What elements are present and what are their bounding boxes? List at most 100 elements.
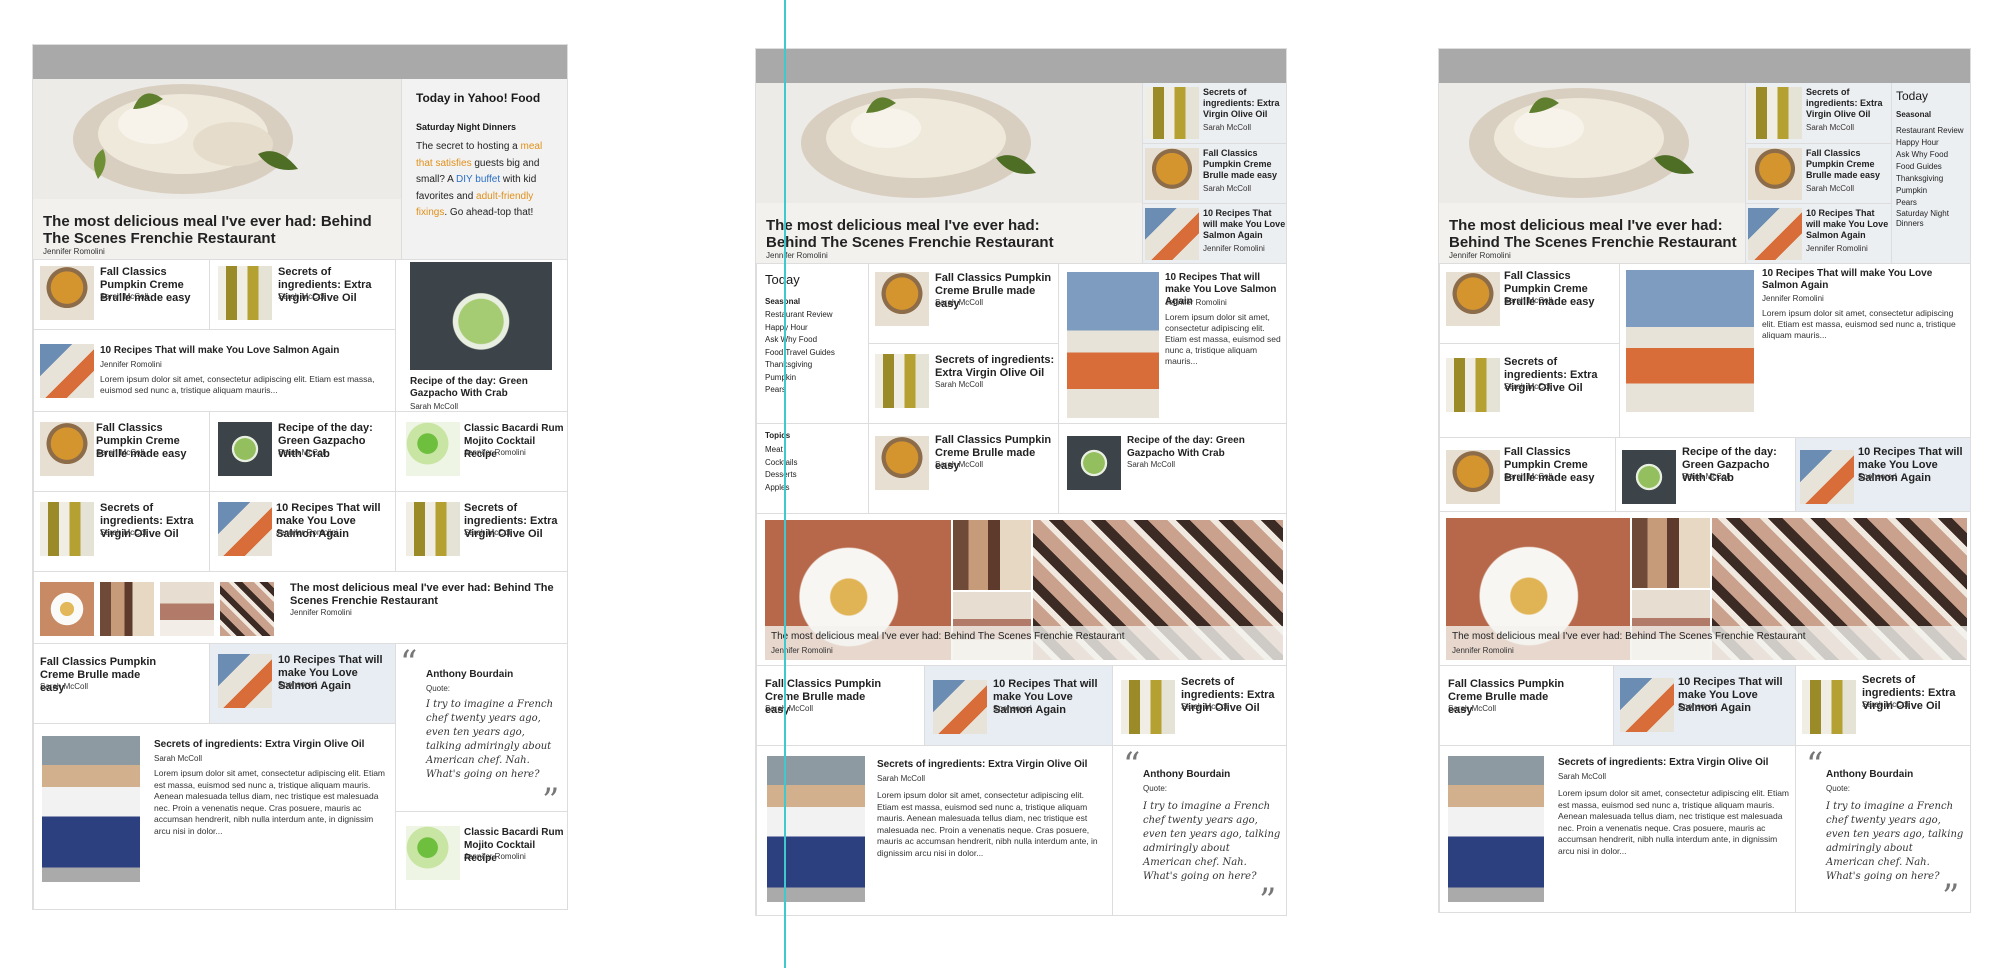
nav-link-cocktails[interactable]: Cocktails (765, 457, 797, 470)
card-olive-oil-feature[interactable]: Secrets of ingredients: Extra Virgin Oli… (756, 745, 1112, 915)
card-frenchie-strip[interactable]: The most delicious meal I've ever had: B… (33, 571, 567, 643)
card-pumpkin-text[interactable]: Fall Classics Pumpkin Creme Brulle made … (1439, 665, 1613, 745)
quote-label: Quote: (1826, 784, 1851, 793)
nav-link-happy-hour[interactable]: Happy Hour (1896, 137, 1939, 149)
card-title[interactable]: Recipe of the day: Green Gazpacho With C… (1127, 434, 1277, 460)
card-salmon-sponsored[interactable]: 10 Recipes That will make You Love Salmo… (1795, 437, 1970, 511)
frenchie-mosaic[interactable]: The most delicious meal I've ever had: B… (756, 513, 1286, 665)
close-quote-icon: ” (542, 781, 560, 811)
card-pumpkin[interactable]: Fall Classics Pumpkin Creme Brulle made … (33, 259, 209, 329)
card-salmon-sponsored[interactable]: 10 Recipes That will make You Love Salmo… (1613, 665, 1795, 745)
card-salmon[interactable]: 10 Recipes That will make You Love Salmo… (209, 491, 395, 571)
layout-variant-2: The most delicious meal I've ever had: B… (755, 48, 1287, 916)
topics-nav-panel: Topics Meat Cocktails Desserts Apples (756, 423, 868, 513)
card-olive-oil-feature[interactable]: Secrets of ingredients: Extra Virgin Oli… (1439, 745, 1795, 912)
card-title[interactable]: Recipe of the day: Green Gazpacho With C… (410, 376, 550, 400)
card-olive-oil[interactable]: Secrets of ingredients: Extra Virgin Oli… (1142, 83, 1286, 143)
card-title[interactable]: 10 Recipes That will make You Love Salmo… (100, 344, 390, 357)
hero-story[interactable]: The most delicious meal I've ever had: B… (1439, 83, 1745, 263)
card-salmon[interactable]: 10 Recipes That will make You Love Salmo… (1142, 203, 1286, 263)
open-quote-icon: “ (400, 643, 418, 683)
card-pumpkin[interactable]: Fall Classics Pumpkin Creme Brulle made … (1142, 143, 1286, 203)
card-olive-oil[interactable]: Secrets of ingredients: Extra Virgin Oli… (33, 491, 209, 571)
hero-story[interactable]: The most delicious meal I've ever had: B… (33, 79, 401, 259)
card-title[interactable]: Secrets of ingredients: Extra Virgin Oli… (1203, 87, 1286, 120)
quote-card[interactable]: “ Anthony Bourdain Quote: I try to imagi… (1112, 745, 1286, 915)
nav-link-thanksgiving[interactable]: Thanksgiving (1896, 173, 1943, 185)
quote-card[interactable]: “ Anthony Bourdain Quote: I try to imagi… (1795, 745, 1970, 912)
card-title[interactable]: Secrets of ingredients: Extra Virgin Oli… (935, 354, 1055, 380)
nav-link-saturday-night-dinners[interactable]: Saturday Night Dinners (1896, 209, 1970, 229)
nav-link-ask-why-food[interactable]: Ask Why Food (765, 334, 817, 347)
nav-link-restaurant-review[interactable]: Restaurant Review (765, 309, 833, 322)
card-title[interactable]: Secrets of ingredients: Extra Virgin Oli… (1806, 87, 1890, 120)
card-pumpkin-text[interactable]: Fall Classics Pumpkin Creme Brulle made … (756, 665, 924, 745)
card-olive-oil[interactable]: Secrets of ingredients: Extra Virgin Oli… (1439, 343, 1619, 437)
card-salmon[interactable]: 10 Recipes That will make You Love Salmo… (1745, 203, 1891, 263)
card-author: Sarah McColl (96, 448, 145, 457)
card-pumpkin[interactable]: Fall Classics Pumpkin Creme Brulle made … (1745, 143, 1891, 203)
card-title[interactable]: The most delicious meal I've ever had: B… (1452, 630, 1962, 643)
nav-link-food-travel-guides[interactable]: Food Travel Guides (765, 347, 835, 360)
card-gazpacho-large[interactable]: Recipe of the day: Green Gazpacho With C… (395, 259, 567, 411)
hero-title[interactable]: The most delicious meal I've ever had: B… (1449, 217, 1739, 251)
nav-link-pumpkin[interactable]: Pumpkin (1896, 185, 1927, 197)
quote-card[interactable]: “ Anthony Bourdain Quote: I try to imagi… (395, 643, 567, 811)
card-olive-oil-feature[interactable]: Secrets of ingredients: Extra Virgin Oli… (33, 723, 395, 909)
card-olive-oil[interactable]: Secrets of ingredients: Extra Virgin Oli… (209, 259, 395, 329)
card-pumpkin[interactable]: Fall Classics Pumpkin Creme Brulle made … (868, 423, 1058, 513)
card-title[interactable]: Fall Classics Pumpkin Creme Brulle made … (1806, 148, 1890, 181)
olive-oil-thumbnail (1121, 680, 1175, 734)
hero-title[interactable]: The most delicious meal I've ever had: B… (766, 217, 1056, 251)
frenchie-mosaic[interactable]: The most delicious meal I've ever had: B… (1439, 511, 1970, 665)
nav-link-meat[interactable]: Meat (765, 444, 783, 457)
salmon-photo (1626, 270, 1754, 412)
nav-link-restaurant-review[interactable]: Restaurant Review (1896, 125, 1964, 137)
card-title[interactable]: 10 Recipes That will make You Love Salmo… (1762, 268, 1962, 292)
nav-link-desserts[interactable]: Desserts (765, 469, 797, 482)
card-pumpkin[interactable]: Fall Classics Pumpkin Creme Brulle made … (868, 263, 1058, 343)
card-title[interactable]: The most delicious meal I've ever had: B… (771, 630, 1281, 643)
card-author: Sarah McColl (1862, 700, 1911, 709)
card-pumpkin[interactable]: Fall Classics Pumpkin Creme Brulle made … (33, 411, 209, 491)
diy-buffet-link[interactable]: DIY buffet (456, 174, 500, 185)
card-pumpkin[interactable]: Fall Classics Pumpkin Creme Brulle made … (1439, 263, 1619, 343)
nav-link-pears[interactable]: Pears (1896, 197, 1917, 209)
card-title[interactable]: Secrets of ingredients: Extra Virgin Oli… (1558, 756, 1790, 769)
card-gazpacho[interactable]: Recipe of the day: Green Gazpacho With C… (1058, 423, 1286, 513)
card-olive-oil[interactable]: Secrets of ingredients: Extra Virgin Oli… (1795, 665, 1970, 745)
card-gazpacho[interactable]: Recipe of the day: Green Gazpacho With C… (209, 411, 395, 491)
card-olive-oil[interactable]: Secrets of ingredients: Extra Virgin Oli… (395, 491, 567, 571)
card-title[interactable]: Secrets of ingredients: Extra Virgin Oli… (877, 758, 1107, 771)
hero-title[interactable]: The most delicious meal I've ever had: B… (43, 213, 383, 247)
card-title[interactable]: Fall Classics Pumpkin Creme Brulle made … (1203, 148, 1286, 181)
card-title[interactable]: Secrets of ingredients: Extra Virgin Oli… (154, 738, 390, 751)
nav-link-thanksgiving[interactable]: Thanksgiving (765, 359, 812, 372)
hero-author: Jennifer Romolini (43, 247, 105, 256)
nav-link-ask-why-food[interactable]: Ask Why Food (1896, 149, 1948, 161)
card-title[interactable]: 10 Recipes That will make You Love Salmo… (1203, 208, 1286, 241)
card-olive-oil[interactable]: Secrets of ingredients: Extra Virgin Oli… (868, 343, 1058, 423)
card-olive-oil[interactable]: Secrets of ingredients: Extra Virgin Oli… (1112, 665, 1286, 745)
card-title[interactable]: 10 Recipes That will make You Love Salmo… (1806, 208, 1890, 241)
card-pumpkin-text[interactable]: Fall Classics Pumpkin Creme Brulle made … (33, 643, 209, 723)
card-salmon-feature[interactable]: 10 Recipes That will make You Love Salmo… (1619, 263, 1970, 437)
gazpacho-thumbnail (1622, 450, 1676, 504)
card-gazpacho[interactable]: Recipe of the day: Green Gazpacho With C… (1615, 437, 1795, 511)
card-salmon-wide[interactable]: 10 Recipes That will make You Love Salmo… (33, 329, 395, 411)
card-pumpkin[interactable]: Fall Classics Pumpkin Creme Brulle made … (1439, 437, 1615, 511)
card-salmon-sponsored[interactable]: 10 Recipes That will make You Love Salmo… (209, 643, 395, 723)
nav-link-pears[interactable]: Pears (765, 384, 786, 397)
card-mojito[interactable]: Classic Bacardi Rum Mojito Cocktail Reci… (395, 811, 567, 909)
nav-link-food-guides[interactable]: Food Guides (1896, 161, 1942, 173)
card-salmon-feature[interactable]: 10 Recipes That will make You Love Salmo… (1058, 263, 1286, 423)
hero-story[interactable]: The most delicious meal I've ever had: B… (756, 83, 1142, 263)
quote-text: I try to imagine a French chef twenty ye… (1143, 801, 1281, 882)
olive-oil-thumbnail (406, 502, 460, 556)
card-title[interactable]: The most delicious meal I've ever had: B… (290, 582, 560, 608)
nav-link-happy-hour[interactable]: Happy Hour (765, 322, 808, 335)
nav-link-pumpkin[interactable]: Pumpkin (765, 372, 796, 385)
card-salmon-sponsored[interactable]: 10 Recipes That will make You Love Salmo… (924, 665, 1112, 745)
card-olive-oil[interactable]: Secrets of ingredients: Extra Virgin Oli… (1745, 83, 1891, 143)
card-mojito[interactable]: Classic Bacardi Rum Mojito Cocktail Reci… (395, 411, 567, 491)
